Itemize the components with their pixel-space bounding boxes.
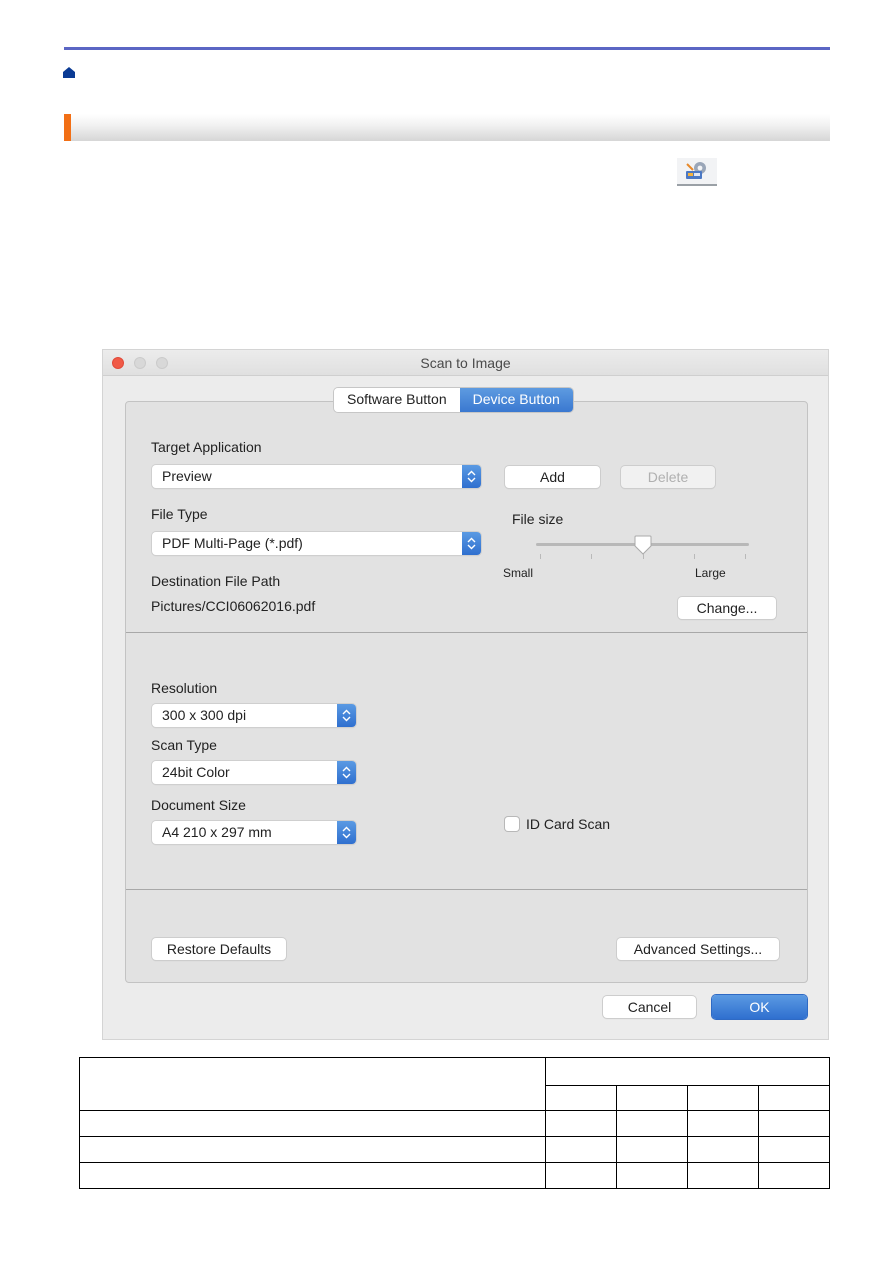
section-heading-bar [64,114,830,141]
scan-settings-icon [677,158,717,186]
tab-device-button[interactable]: Device Button [459,388,573,412]
add-button[interactable]: Add [505,466,600,488]
slider-tick [642,554,644,559]
target-application-select[interactable]: Preview [152,465,481,488]
table-cell [79,1136,546,1163]
file-type-label: File Type [151,506,208,522]
table-cell [687,1110,759,1137]
table-cell [545,1110,617,1137]
table-header-cell [545,1085,617,1111]
resolution-select[interactable]: 300 x 300 dpi [152,704,356,727]
tab-software-button[interactable]: Software Button [334,388,460,412]
header-rule [64,47,830,50]
document-size-value: A4 210 x 297 mm [162,824,272,840]
destination-path-label: Destination File Path [151,573,281,589]
table-cell [616,1136,688,1163]
scan-type-label: Scan Type [151,737,217,753]
file-size-label: File size [512,511,564,527]
window-title: Scan to Image [420,355,511,371]
change-path-button[interactable]: Change... [678,597,776,619]
file-size-slider-thumb[interactable] [634,535,652,555]
document-size-select[interactable]: A4 210 x 297 mm [152,821,356,844]
chevron-updown-icon [462,465,481,488]
id-card-scan-label: ID Card Scan [526,816,611,832]
title-bar[interactable]: Scan to Image [103,350,828,376]
file-type-value: PDF Multi-Page (*.pdf) [162,535,303,551]
slider-tick [591,554,593,559]
cancel-button[interactable]: Cancel [603,996,696,1018]
file-type-select[interactable]: PDF Multi-Page (*.pdf) [152,532,481,555]
target-application-value: Preview [162,468,212,484]
slider-tick [745,554,746,559]
table-row [79,1136,830,1163]
destination-path-value: Pictures/CCI06062016.pdf [151,598,316,614]
resolution-value: 300 x 300 dpi [162,707,247,723]
scan-to-image-dialog: Scan to Image Software Button Device But… [102,349,829,1040]
table-cell [545,1136,617,1163]
tab-panel: Target Application Preview Add Delete Fi… [125,401,808,983]
table-row [79,1110,830,1137]
table-header-cell [616,1085,688,1111]
table-cell [758,1162,830,1189]
resolution-label: Resolution [151,680,218,696]
table-header-cell [758,1085,830,1111]
table-cell [687,1162,759,1189]
home-icon[interactable] [63,67,75,78]
table-header-cell [79,1057,546,1111]
table-cell [79,1110,546,1137]
chevron-updown-icon [337,761,356,784]
advanced-settings-button[interactable]: Advanced Settings... [617,938,779,960]
table-header-row [79,1057,830,1111]
chevron-updown-icon [337,821,356,844]
table-cell [758,1136,830,1163]
delete-button[interactable]: Delete [621,466,715,488]
ok-button[interactable]: OK [712,995,807,1019]
table-header-cell [687,1085,759,1111]
target-application-label: Target Application [151,439,262,455]
scan-type-select[interactable]: 24bit Color [152,761,356,784]
file-size-min-label: Small [503,566,534,580]
tab-control: Software Button Device Button [334,388,573,412]
restore-defaults-button[interactable]: Restore Defaults [152,938,286,960]
chevron-updown-icon [462,532,481,555]
slider-tick [693,554,695,559]
table-cell [616,1162,688,1189]
table-header-cell [545,1057,830,1086]
table-cell [758,1110,830,1137]
table-cell [79,1162,546,1189]
table-cell [545,1162,617,1189]
slider-tick [540,554,541,559]
chevron-updown-icon [337,704,356,727]
table-cell [687,1136,759,1163]
table-row [79,1162,830,1189]
id-card-scan-checkbox[interactable] [505,817,519,831]
file-size-max-label: Large [695,566,726,580]
section-divider [126,632,807,633]
blank-table [79,1057,830,1189]
section-divider [126,889,807,890]
table-cell [616,1110,688,1137]
scan-type-value: 24bit Color [162,764,230,780]
document-size-label: Document Size [151,797,246,813]
section-accent [64,114,71,141]
